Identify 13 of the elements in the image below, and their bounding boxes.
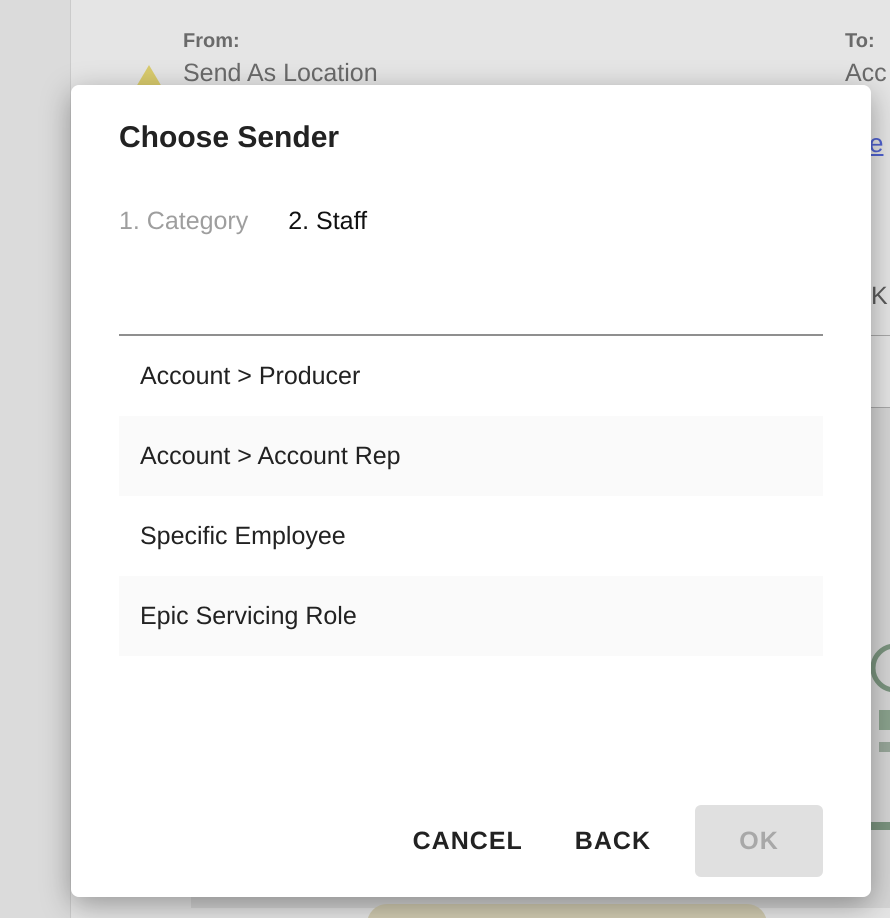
dialog-button[interactable]: CANCEL bbox=[388, 805, 547, 877]
dialog-title: Choose Sender bbox=[119, 121, 340, 155]
column-text: K bbox=[871, 282, 888, 311]
option-item[interactable]: Epic Servicing Role bbox=[119, 576, 823, 656]
option-item[interactable]: Account > Account Rep bbox=[119, 416, 823, 496]
from-label: From: bbox=[183, 30, 241, 53]
option-item[interactable]: Specific Employee bbox=[119, 496, 823, 576]
dialog-button[interactable]: BACK bbox=[550, 805, 675, 877]
option-item[interactable]: Account > Producer bbox=[119, 336, 823, 416]
to-label: To: bbox=[845, 30, 876, 53]
from-value: Send As Location bbox=[183, 59, 378, 88]
step-tab[interactable]: 2. Staff bbox=[288, 207, 368, 236]
to-value: Acc bbox=[845, 59, 888, 88]
